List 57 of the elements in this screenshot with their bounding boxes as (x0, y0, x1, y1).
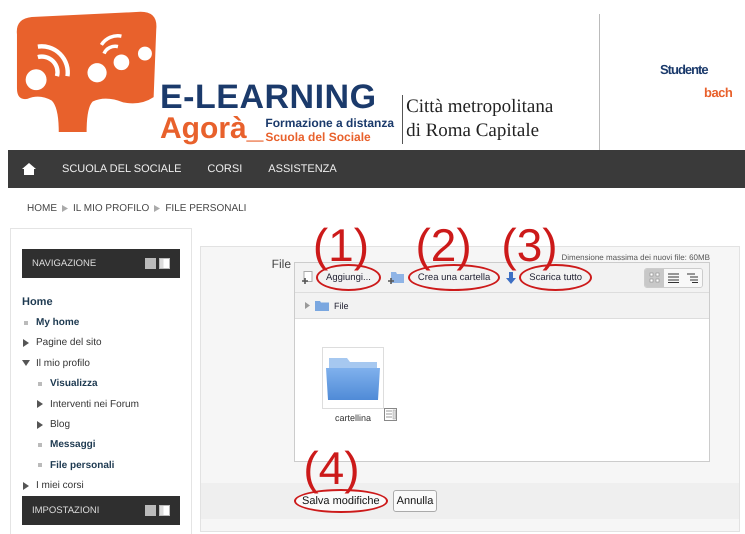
context-menu-icon[interactable] (384, 408, 397, 421)
field-label: File (270, 256, 291, 273)
logo-tagline: Formazione a distanza (265, 116, 394, 130)
bullet-icon (24, 320, 28, 325)
tree-link[interactable]: Visualizza (50, 378, 98, 390)
grid-icon (649, 272, 660, 283)
nav-link[interactable]: SCUOLA DEL SOCIALE (62, 163, 182, 175)
home-icon[interactable] (22, 163, 36, 175)
form-button[interactable]: Annulla (392, 490, 438, 512)
download-icon (506, 272, 516, 284)
logo-subtitle: Scuola del Sociale (265, 130, 372, 144)
breadcrumb-link[interactable]: FILE PERSONALI (165, 202, 246, 214)
tree-item[interactable]: Interventi nei Forum (50, 398, 139, 410)
nav-link[interactable]: ASSISTENZA (268, 163, 337, 175)
file-name[interactable]: cartellina (334, 413, 372, 423)
user-role: Studente (660, 62, 710, 77)
add-file-icon (301, 270, 313, 284)
block-title: IMPOSTAZIONI (32, 504, 100, 516)
tree-link[interactable]: File personali (50, 460, 114, 471)
view-toggle[interactable] (664, 268, 683, 286)
nav-link[interactable]: CORSI (207, 163, 242, 175)
expanded-arrow-icon[interactable] (22, 359, 30, 368)
expand-arrow-icon[interactable] (305, 302, 310, 309)
collapsed-arrow-icon[interactable] (22, 482, 30, 490)
view-toggle[interactable] (683, 268, 702, 286)
collapse-icon[interactable] (145, 504, 156, 516)
collapsed-arrow-icon[interactable] (36, 420, 44, 429)
folder-icon (315, 300, 329, 311)
separator-icon (62, 204, 68, 212)
annotation-number: (4) (303, 445, 360, 491)
tree-item[interactable]: Il mio profilo (36, 358, 90, 369)
tree-link[interactable]: My home (36, 317, 80, 328)
dock-icon[interactable] (159, 504, 170, 516)
list-icon (668, 272, 679, 282)
breadcrumb-link[interactable]: HOME (27, 202, 57, 214)
max-size-note: Dimensione massima dei nuovi file: 60MB (561, 253, 710, 262)
tree-item[interactable]: Blog (50, 419, 70, 430)
tree-link[interactable]: Messaggi (50, 439, 96, 450)
bullet-icon (38, 463, 42, 468)
partner-text: di Roma Capitale (406, 119, 540, 144)
logo-brand: Agorà_ (160, 114, 264, 144)
breadcrumb-link[interactable]: IL MIO PROFILO (73, 202, 150, 214)
collapsed-arrow-icon[interactable] (22, 338, 30, 347)
tree-link[interactable]: Home (22, 296, 53, 308)
tree-item[interactable]: I miei corsi (36, 480, 84, 492)
tree-view-icon (687, 272, 698, 282)
logo-title: E-LEARNING (160, 80, 378, 114)
tree-item[interactable]: Pagine del sito (36, 337, 102, 348)
bullet-icon (38, 442, 42, 447)
block-title: NAVIGAZIONE (32, 258, 96, 269)
add-folder-icon (386, 270, 405, 284)
collapsed-arrow-icon[interactable] (36, 400, 44, 408)
separator-icon (154, 204, 160, 212)
bullet-icon (38, 382, 42, 386)
path-link[interactable]: File (334, 300, 349, 310)
partner-text: Città metropolitana (406, 94, 554, 119)
view-toggle[interactable] (645, 268, 664, 286)
